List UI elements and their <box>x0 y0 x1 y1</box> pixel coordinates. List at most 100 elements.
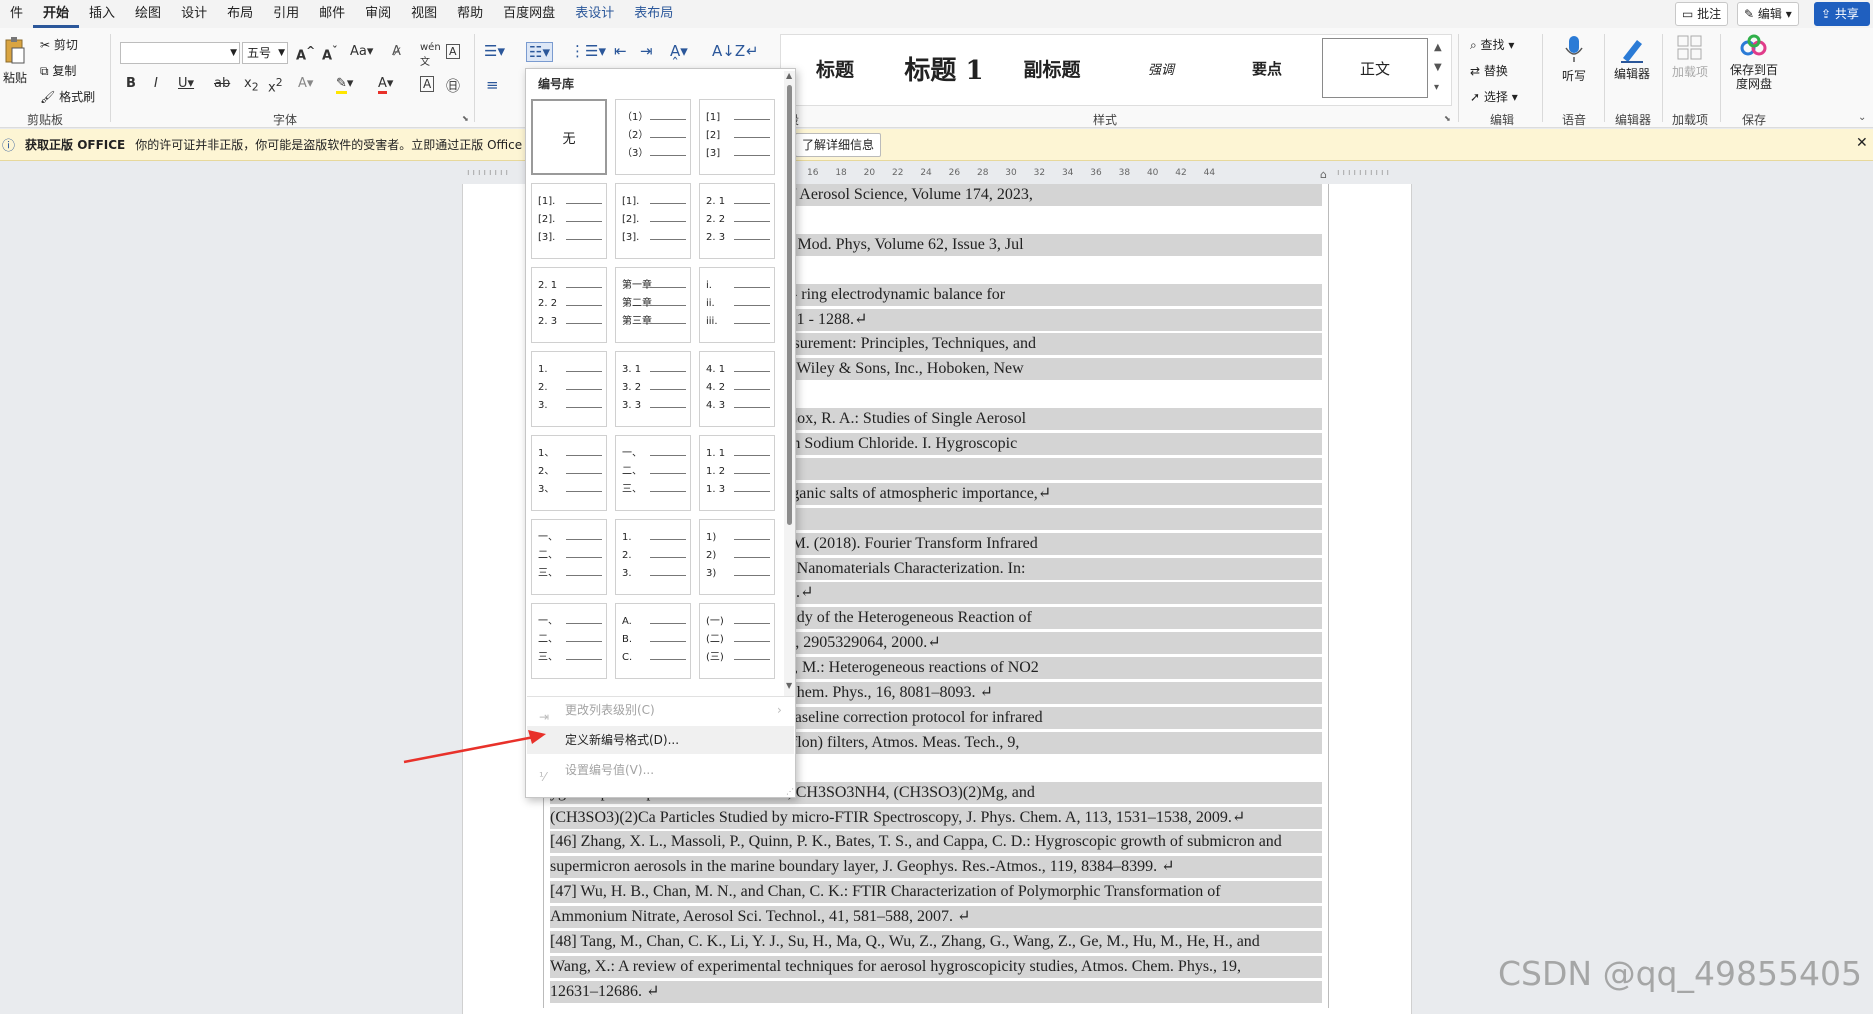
numbering-format-tile[interactable]: 一、 二、 三、 <box>615 435 691 511</box>
select-button[interactable]: ➚ 选择 ▾ <box>1470 88 1518 105</box>
change-list-level-item[interactable]: ⇥ 更改列表级别(C) › <box>527 696 794 724</box>
scroll-up-icon[interactable]: ▲ <box>786 71 792 80</box>
underline-icon[interactable]: U▾ <box>178 76 194 91</box>
menu-table-layout[interactable]: 表布局 <box>624 0 683 28</box>
menu-baidu-netdisk[interactable]: 百度网盘 <box>493 0 565 28</box>
decrease-indent-icon[interactable]: ⇤ <box>614 42 627 60</box>
numbering-format-tile[interactable]: 4. 1 4. 2 4. 3 <box>699 351 775 427</box>
superscript-icon[interactable]: x2 <box>268 76 283 95</box>
char-shading-icon[interactable]: A <box>420 76 435 92</box>
menu-design[interactable]: 设计 <box>171 0 217 28</box>
dictate-button[interactable]: 听写 <box>1554 34 1594 84</box>
document-line[interactable]: [48] Tang, M., Chan, C. K., Li, Y. J., S… <box>550 931 1322 953</box>
scroll-down-icon[interactable]: ▼ <box>786 681 792 690</box>
style-heading-1[interactable]: 标题 1 <box>896 38 992 98</box>
edit-mode-button[interactable]: ✎ 编辑 ▾ <box>1737 2 1799 26</box>
strikethrough-icon[interactable]: ab <box>214 76 230 91</box>
style-strong[interactable]: 要点 <box>1232 38 1302 98</box>
dialog-launcher-icon[interactable]: ⬊ <box>462 114 469 123</box>
asian-layout-icon[interactable]: A̭▾ <box>670 42 688 60</box>
numbering-format-tile[interactable]: 2. 1 2. 2 2. 3 <box>531 267 607 343</box>
document-line[interactable]: [46] Zhang, X. L., Massoli, P., Quinn, P… <box>550 831 1322 854</box>
cut-button[interactable]: ✂ 剪切 <box>40 36 78 53</box>
copy-button[interactable]: ⧉ 复制 <box>40 62 76 79</box>
numbering-format-tile[interactable]: 1、 2、 3、 <box>531 435 607 511</box>
grow-font-icon[interactable]: A^ <box>296 44 315 63</box>
dropdown-scroll-thumb[interactable] <box>787 85 792 525</box>
numbering-format-tile[interactable]: (一) (二) (三) <box>699 603 775 679</box>
phonetic-guide-icon[interactable]: wén 文 <box>420 42 441 68</box>
numbering-format-tile[interactable]: （1） （2） （3） <box>615 99 691 175</box>
menu-draw[interactable]: 绘图 <box>125 0 171 28</box>
multilevel-list-icon[interactable]: ⋮☰▾ <box>570 42 606 60</box>
menu-layout[interactable]: 布局 <box>217 0 263 28</box>
collapse-ribbon-icon[interactable]: ⌄ <box>1858 112 1866 123</box>
menu-table-design[interactable]: 表设计 <box>565 0 624 28</box>
define-new-number-format-item[interactable]: 定义新编号格式(D)... <box>527 726 794 754</box>
editor-button[interactable]: 编辑器 <box>1610 34 1654 81</box>
numbering-icon[interactable]: ☷▾ <box>526 42 553 62</box>
char-border-icon[interactable]: A <box>446 44 460 59</box>
document-line[interactable]: supermicron aerosols in the marine bound… <box>550 856 1322 879</box>
style-heading[interactable]: 标题 <box>800 38 870 98</box>
font-color-icon[interactable]: A▾ <box>378 76 393 94</box>
numbering-format-tile[interactable]: [1]. [2]. [3]. <box>531 183 607 259</box>
document-line[interactable]: 12631–12686. ↵ <box>550 980 1322 1003</box>
menu-file[interactable]: 件 <box>0 0 33 28</box>
indent-marker-icon[interactable]: ⌂ <box>1320 168 1327 181</box>
resize-grip-icon[interactable]: ⋰ <box>786 787 794 796</box>
numbering-format-tile[interactable]: 1. 2. 3. <box>531 351 607 427</box>
paste-button[interactable]: 粘贴 <box>2 36 28 86</box>
learn-more-button[interactable]: 了解详细信息 <box>795 133 882 157</box>
comment-button[interactable]: ▭ 批注 <box>1675 2 1729 26</box>
numbering-format-tile[interactable]: 1) 2) 3) <box>699 519 775 595</box>
clear-format-icon[interactable]: A̷ <box>392 44 401 59</box>
style-subtitle[interactable]: 副标题 <box>1010 38 1094 98</box>
bold-icon[interactable]: B <box>126 76 136 91</box>
share-button[interactable]: ⇪ 共享 <box>1814 2 1870 26</box>
document-line[interactable]: Wang, X.: A review of experimental techn… <box>550 955 1322 978</box>
document-line[interactable]: [47] Wu, H. B., Chan, M. N., and Chan, C… <box>550 881 1322 904</box>
increase-indent-icon[interactable]: ⇥ <box>640 42 653 60</box>
menu-home[interactable]: 开始 <box>33 0 80 28</box>
menu-insert[interactable]: 插入 <box>79 0 125 28</box>
bullets-icon[interactable]: ☰▾ <box>484 42 505 60</box>
close-icon[interactable]: ✕ <box>1856 135 1868 151</box>
numbering-format-tile[interactable]: 第一章 第二章 第三章 <box>615 267 691 343</box>
subscript-icon[interactable]: x2 <box>244 76 259 94</box>
addins-button[interactable]: 加载项 <box>1670 34 1710 79</box>
highlight-icon[interactable]: ✎▾ <box>336 76 353 94</box>
show-marks-icon[interactable]: ↵ <box>746 42 759 60</box>
numbering-format-tile[interactable]: 一、 二、 三、 <box>531 603 607 679</box>
format-painter-button[interactable]: 🖌 格式刷 <box>40 88 95 105</box>
enclose-char-icon[interactable]: ㊐ <box>446 76 460 96</box>
numbering-format-tile[interactable]: A. B. C. <box>615 603 691 679</box>
numbering-format-tile[interactable]: 一、 二、 三、 <box>531 519 607 595</box>
font-name-combo[interactable]: ▼ <box>120 42 240 64</box>
font-size-combo[interactable]: 五号 ▼ <box>242 42 288 64</box>
document-line[interactable]: Ammonium Nitrate, Aerosol Sci. Technol.,… <box>550 906 1322 929</box>
text-effects-icon[interactable]: A▾ <box>298 76 313 91</box>
menu-review[interactable]: 审阅 <box>355 0 401 28</box>
menu-view[interactable]: 视图 <box>401 0 447 28</box>
replace-button[interactable]: ⇄ 替换 <box>1470 62 1508 79</box>
numbering-none-tile[interactable]: 无 <box>531 99 607 175</box>
numbering-format-tile[interactable]: 1. 1 1. 2 1. 3 <box>699 435 775 511</box>
italic-icon[interactable]: I <box>154 76 158 91</box>
style-normal[interactable]: 正文 <box>1322 38 1428 98</box>
numbering-format-tile[interactable]: [1] [2] [3] <box>699 99 775 175</box>
align-left-icon[interactable]: ≡ <box>486 76 499 94</box>
numbering-format-tile[interactable]: i. ii. iii. <box>699 267 775 343</box>
change-case-icon[interactable]: Aa▾ <box>350 44 373 59</box>
numbering-format-tile[interactable]: 1. 2. 3. <box>615 519 691 595</box>
menu-mailings[interactable]: 邮件 <box>309 0 355 28</box>
styles-scroll-icon[interactable]: ▲ ▼ ▾ <box>1434 38 1442 98</box>
menu-help[interactable]: 帮助 <box>447 0 493 28</box>
numbering-format-tile[interactable]: [1]. [2]. [3]. <box>615 183 691 259</box>
save-to-baidu-button[interactable]: 保存到百度网盘 <box>1726 34 1782 91</box>
document-line[interactable]: (CH3SO3)(2)Ca Particles Studied by micro… <box>550 806 1322 829</box>
sort-icon[interactable]: A↓Z <box>712 42 745 60</box>
set-numbering-value-item[interactable]: ⅟ 设置编号值(V)... <box>527 756 794 784</box>
style-emphasis[interactable]: 强调 <box>1128 38 1194 98</box>
numbering-format-tile[interactable]: 2. 1 2. 2 2. 3 <box>699 183 775 259</box>
